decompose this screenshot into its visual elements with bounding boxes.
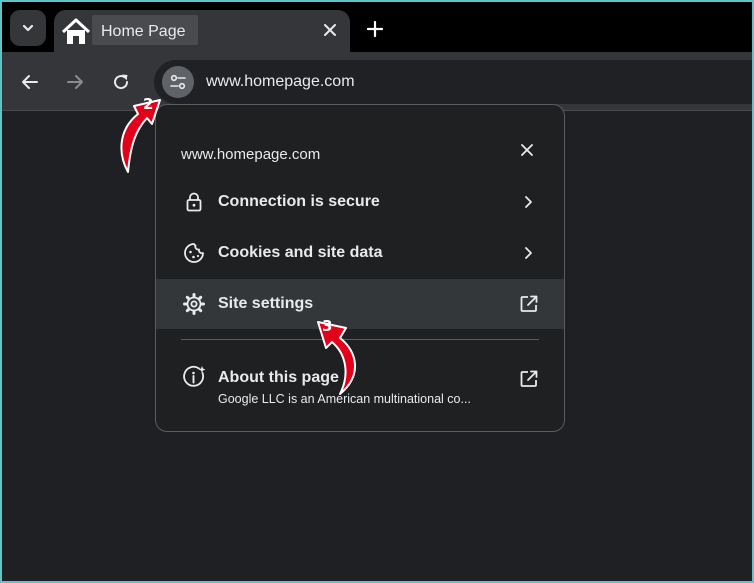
- close-icon: [324, 24, 336, 36]
- lock-icon: [182, 190, 206, 214]
- reload-button[interactable]: [109, 70, 133, 94]
- home-icon: [58, 14, 94, 50]
- tab-close-button[interactable]: [320, 20, 340, 40]
- open-external-icon: [518, 368, 540, 390]
- info-sparkle-icon: [182, 365, 206, 389]
- connection-secure-label: Connection is secure: [218, 193, 380, 210]
- step-2-marker: 2: [143, 95, 154, 113]
- plus-icon: [367, 21, 383, 37]
- chevron-right-icon: [518, 191, 540, 213]
- chevron-right-icon: [518, 242, 540, 264]
- close-icon: [521, 144, 533, 156]
- step-2-arrow-icon: [120, 99, 161, 173]
- arrow-right-icon: [67, 75, 83, 89]
- site-info-button[interactable]: [162, 66, 194, 98]
- connection-secure-row[interactable]: Connection is secure: [156, 177, 564, 227]
- tab-home-page[interactable]: Home Page: [54, 10, 350, 54]
- site-settings-label: Site settings: [218, 295, 314, 312]
- url-text[interactable]: www.homepage.com: [206, 73, 355, 91]
- gear-icon: [182, 292, 206, 316]
- chevron-down-icon: [22, 24, 34, 32]
- tune-icon: [170, 74, 186, 90]
- cookies-site-data-label: Cookies and site data: [218, 244, 383, 261]
- new-tab-button[interactable]: [364, 18, 386, 40]
- cookie-icon: [182, 241, 206, 265]
- arrow-left-icon: [22, 75, 38, 89]
- reload-icon: [114, 74, 129, 90]
- tab-search-button[interactable]: [10, 10, 46, 46]
- browser-toolbar: www.homepage.com: [2, 52, 752, 111]
- tab-title: Home Page: [101, 23, 186, 40]
- popup-close-button[interactable]: [516, 139, 538, 161]
- address-bar[interactable]: www.homepage.com: [154, 60, 752, 104]
- cookies-site-data-row[interactable]: Cookies and site data: [156, 228, 564, 278]
- popup-host: www.homepage.com: [181, 146, 321, 163]
- open-external-icon: [518, 293, 540, 315]
- step-3-marker: 3: [322, 317, 333, 335]
- step-3-arrow-icon: [317, 321, 356, 395]
- tab-strip: Home Page: [2, 2, 752, 54]
- forward-button[interactable]: [63, 70, 87, 94]
- back-button[interactable]: [18, 70, 42, 94]
